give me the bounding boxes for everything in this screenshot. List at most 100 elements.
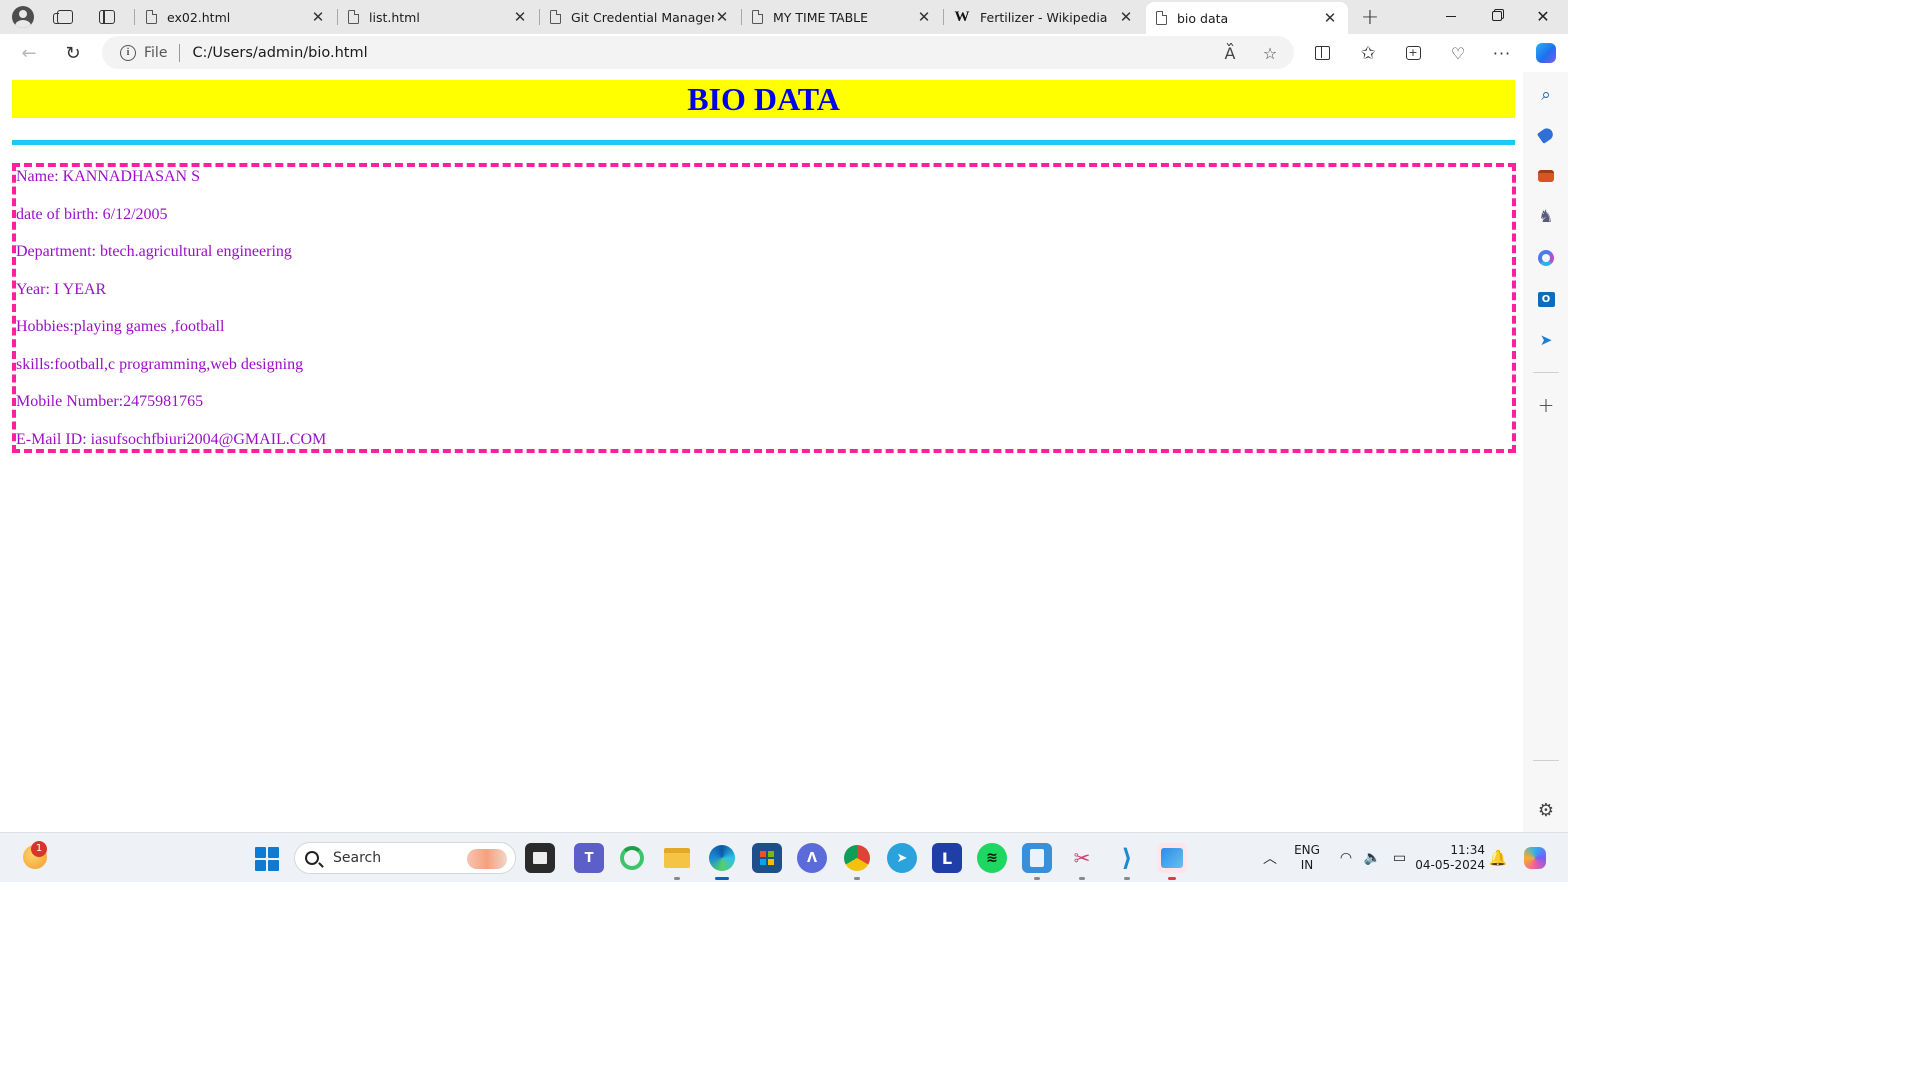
favorite-star-icon[interactable]: ☆ bbox=[1256, 40, 1284, 66]
info-icon[interactable]: i bbox=[120, 44, 136, 61]
bio-skills: skills:football,c programming,web design… bbox=[16, 356, 304, 373]
running-indicator bbox=[1079, 877, 1085, 880]
taskbar-search[interactable]: Search bbox=[294, 842, 516, 874]
favorites-button[interactable]: ✩ bbox=[1353, 38, 1383, 68]
close-icon[interactable]: ✕ bbox=[1118, 8, 1134, 26]
close-icon[interactable]: ✕ bbox=[916, 8, 932, 26]
store-app[interactable] bbox=[752, 843, 782, 873]
tab-my-time-table[interactable]: MY TIME TABLE ✕ bbox=[742, 2, 942, 32]
wifi-icon: ◠ bbox=[1339, 850, 1353, 866]
new-tab-button[interactable]: + bbox=[1357, 5, 1383, 30]
tab-list[interactable]: list.html ✕ bbox=[338, 2, 538, 32]
split-screen-button[interactable] bbox=[1307, 38, 1337, 68]
send-icon[interactable]: ➤ bbox=[1535, 329, 1557, 351]
close-icon[interactable]: ✕ bbox=[310, 8, 326, 26]
workspaces-icon bbox=[53, 10, 73, 24]
games-icon[interactable]: ♞ bbox=[1535, 206, 1557, 228]
outlook-icon[interactable]: O bbox=[1535, 288, 1557, 310]
tools-icon[interactable] bbox=[1535, 165, 1557, 187]
tab-separator bbox=[134, 9, 135, 25]
edge-icon bbox=[709, 845, 735, 871]
teams-app[interactable]: T bbox=[574, 843, 604, 873]
file-icon bbox=[348, 10, 359, 24]
workspaces-button[interactable] bbox=[50, 3, 80, 31]
running-indicator bbox=[674, 877, 680, 880]
page-title: BIO DATA bbox=[12, 80, 1515, 118]
chrome-icon bbox=[844, 845, 870, 871]
browser-essentials-button[interactable]: ♡ bbox=[1443, 38, 1473, 68]
tab-title: ex02.html bbox=[167, 9, 231, 25]
show-hidden-icons-button[interactable]: ︿ bbox=[1255, 843, 1285, 873]
microsoft-365-icon[interactable] bbox=[1535, 247, 1557, 269]
spotify-icon: ≋ bbox=[986, 850, 998, 866]
input-language-indicator[interactable]: ENG IN bbox=[1290, 843, 1324, 873]
back-button[interactable]: ← bbox=[14, 38, 44, 68]
tab-bio-data[interactable]: bio data ✕ bbox=[1146, 2, 1348, 34]
task-view-icon bbox=[533, 852, 547, 864]
address-bar[interactable]: i File C:/Users/admin/bio.html A᷈ ☆ bbox=[102, 36, 1294, 69]
notification-badge: 1 bbox=[31, 841, 47, 857]
settings-and-more-button[interactable]: ··· bbox=[1487, 38, 1517, 68]
edge-app[interactable] bbox=[707, 843, 737, 873]
l-app[interactable]: L bbox=[932, 843, 962, 873]
close-window-button[interactable]: ✕ bbox=[1520, 0, 1566, 32]
windows-taskbar: 1 Search T Λ ➤ L ≋ ✂ ⟩ ︿ ENG IN ◠ 🔈 ▭ 11… bbox=[0, 832, 1568, 882]
teams-icon: T bbox=[584, 850, 594, 866]
running-indicator bbox=[1168, 877, 1176, 880]
search-icon[interactable]: ⌕ bbox=[1535, 84, 1557, 106]
tab-git-credential-manager[interactable]: Git Credential Manager - ✕ bbox=[540, 2, 740, 32]
address-separator bbox=[179, 43, 181, 62]
arc-app[interactable]: Λ bbox=[797, 843, 827, 873]
copilot-button[interactable] bbox=[1531, 38, 1561, 68]
copilot-icon bbox=[1536, 43, 1556, 63]
quick-settings-button[interactable]: ◠ 🔈 ▭ bbox=[1334, 843, 1412, 873]
spotify-app[interactable]: ≋ bbox=[977, 843, 1007, 873]
notifications-button[interactable]: 🔔 bbox=[1486, 843, 1510, 873]
address-scheme-label: File bbox=[144, 44, 168, 61]
tab-title: Fertilizer - Wikipedia bbox=[980, 9, 1108, 25]
notepad-app[interactable] bbox=[1022, 843, 1052, 873]
photos-app[interactable] bbox=[1157, 843, 1187, 873]
battery-icon: ▭ bbox=[1392, 850, 1407, 866]
bio-mobile-number: Mobile Number:2475981765 bbox=[16, 393, 204, 410]
close-icon[interactable]: ✕ bbox=[512, 8, 528, 26]
volume-icon: 🔈 bbox=[1363, 850, 1382, 866]
refresh-app[interactable] bbox=[617, 843, 647, 873]
telegram-app[interactable]: ➤ bbox=[887, 843, 917, 873]
refresh-button[interactable]: ↻ bbox=[58, 38, 88, 68]
tab-ex02[interactable]: ex02.html ✕ bbox=[136, 2, 336, 32]
snipping-tool-app[interactable]: ✂ bbox=[1067, 843, 1097, 873]
file-icon bbox=[1156, 11, 1167, 25]
tab-fertilizer-wikipedia[interactable]: W Fertilizer - Wikipedia ✕ bbox=[944, 2, 1144, 32]
address-url[interactable]: C:/Users/admin/bio.html bbox=[192, 45, 367, 61]
vscode-app[interactable]: ⟩ bbox=[1112, 843, 1142, 873]
tab-actions-button[interactable] bbox=[92, 3, 122, 31]
close-icon[interactable]: ✕ bbox=[1322, 9, 1338, 27]
collections-button[interactable]: + bbox=[1398, 38, 1428, 68]
profile-button[interactable] bbox=[8, 3, 38, 31]
file-explorer-app[interactable] bbox=[662, 843, 692, 873]
start-button[interactable] bbox=[255, 847, 279, 871]
horizontal-rule bbox=[12, 140, 1515, 145]
chrome-app[interactable] bbox=[842, 843, 872, 873]
clock[interactable]: 11:34 04-05-2024 bbox=[1413, 843, 1485, 873]
close-icon[interactable]: ✕ bbox=[714, 8, 730, 26]
add-icon[interactable]: + bbox=[1535, 393, 1557, 417]
windows-logo-pane bbox=[255, 860, 266, 871]
task-view-button[interactable] bbox=[525, 843, 555, 873]
bio-department: Department: btech.agricultural engineeri… bbox=[16, 243, 292, 260]
running-indicator bbox=[1124, 877, 1130, 880]
read-aloud-icon[interactable]: A᷈ bbox=[1216, 40, 1244, 66]
snipping-tool-icon: ✂ bbox=[1073, 846, 1091, 870]
edge-sidebar: ⌕ ♞ O ➤ + ⚙ bbox=[1523, 72, 1568, 832]
minimize-button[interactable] bbox=[1428, 0, 1474, 32]
profile-icon bbox=[12, 6, 34, 28]
bio-name: Name: KANNADHASAN S bbox=[16, 168, 200, 185]
copilot-taskbar-button[interactable] bbox=[1521, 843, 1549, 873]
bio-data-box: Name: KANNADHASAN S date of birth: 6/12/… bbox=[12, 163, 1516, 453]
gear-icon[interactable]: ⚙ bbox=[1535, 799, 1557, 821]
restore-button[interactable] bbox=[1474, 0, 1520, 32]
collections-icon: + bbox=[1405, 46, 1421, 60]
shopping-tag-icon[interactable] bbox=[1535, 124, 1557, 146]
page-viewport: BIO DATA Name: KANNADHASAN S date of bir… bbox=[4, 72, 1523, 830]
